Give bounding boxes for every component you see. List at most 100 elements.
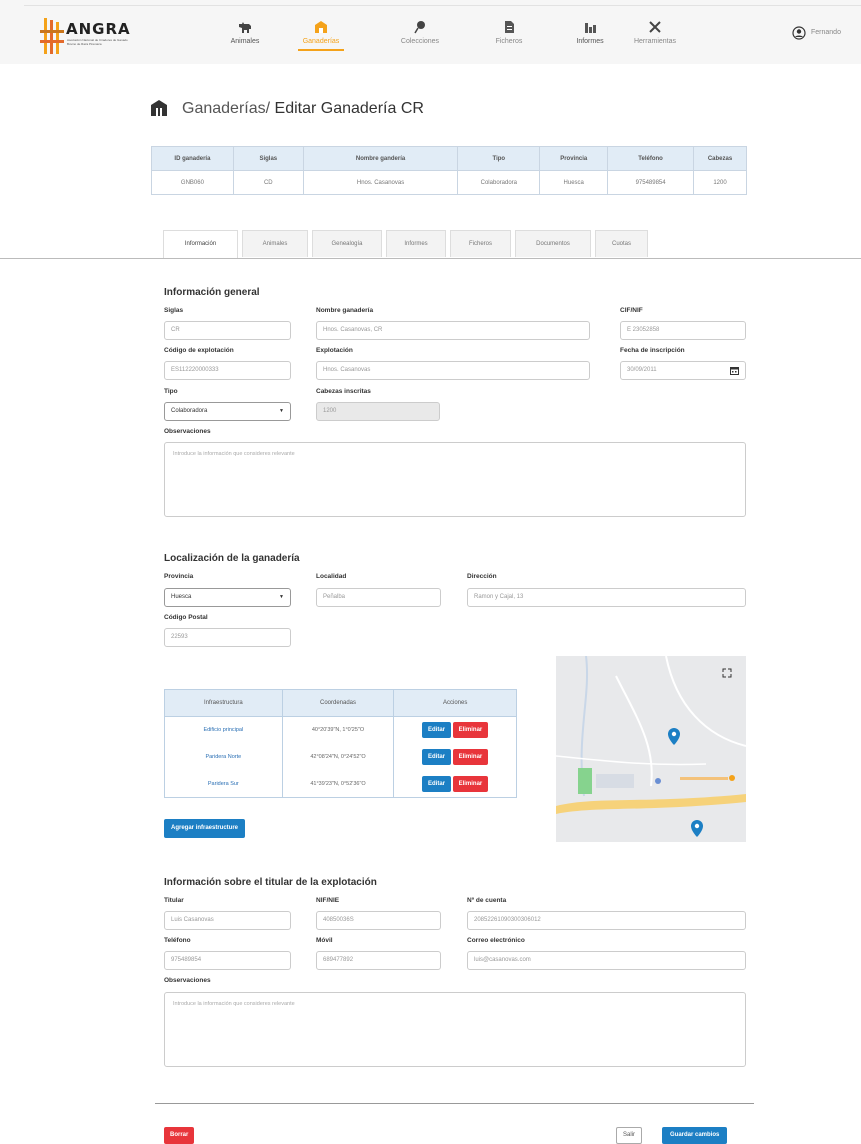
provincia-select[interactable]: Huesca ▼ (164, 588, 291, 607)
nav-animales-label: Animales (230, 38, 260, 45)
codigo-field[interactable]: ES112220000333 (164, 361, 291, 380)
tab-ficheros[interactable]: Ficheros (450, 230, 511, 257)
delete-button[interactable]: Eliminar (452, 722, 489, 739)
user-avatar-icon (792, 26, 806, 40)
titular-observaciones-textarea[interactable]: Introduce la información que consideres … (164, 992, 746, 1067)
nav-colecciones-label: Colecciones (400, 38, 440, 45)
topbar-divider (24, 5, 861, 6)
cp-field[interactable]: 22593 (164, 628, 291, 647)
titular-field[interactable]: Luis Casanovas (164, 911, 291, 930)
cuenta-field[interactable]: 20852261090300306012 (467, 911, 746, 930)
tipo-value: Colaboradora (171, 408, 208, 414)
siglas-field[interactable]: CR (164, 321, 291, 340)
tab-cuotas[interactable]: Cuotas (595, 230, 648, 257)
tabs-divider (0, 258, 861, 259)
nif-label: NIF/NIE (316, 897, 340, 904)
barn-icon (315, 21, 327, 33)
nav-herramientas[interactable]: Herramientas (620, 20, 690, 45)
tab-genealogia[interactable]: Genealogía (312, 230, 382, 257)
nif-field[interactable]: 40850036S (316, 911, 441, 930)
calendar-icon[interactable] (730, 366, 739, 375)
top-navigation-bar: ANGRA Asociación Nacional de Criadores d… (0, 0, 861, 64)
nav-ganaderias-label: Ganaderías (302, 38, 340, 45)
cif-label: CIF/NIF (620, 307, 643, 314)
movil-field[interactable]: 689477892 (316, 951, 441, 970)
infra-name-link[interactable]: Paridera Norte (164, 743, 283, 771)
chevron-down-icon: ▼ (279, 594, 284, 600)
save-changes-button[interactable]: Guardar cambios (662, 1127, 728, 1144)
tools-icon (649, 21, 661, 33)
summary-header: Teléfono (607, 146, 695, 171)
footer-divider (155, 1103, 754, 1104)
breadcrumb-parent[interactable]: Ganaderías/ (182, 100, 270, 117)
provincia-label: Provincia (164, 573, 194, 580)
summary-cell: CD (232, 170, 304, 195)
nav-ficheros-label: Ficheros (495, 38, 523, 45)
summary-header: ID ganadería (151, 146, 234, 171)
bar-chart-icon (585, 23, 596, 33)
pin-icon (414, 21, 425, 34)
localidad-field[interactable]: Peñalba (316, 588, 441, 607)
brand-name: ANGRA (66, 20, 131, 38)
delete-button[interactable]: Eliminar (452, 775, 489, 792)
observaciones-label: Observaciones (164, 428, 211, 435)
nav-ficheros[interactable]: Ficheros (474, 20, 544, 45)
infra-coords: 42°08'24"N, 0°24'52"O (281, 743, 395, 771)
nav-ganaderias[interactable]: Ganaderías (286, 20, 356, 51)
infra-name-link[interactable]: Paridera Sur (164, 770, 283, 798)
tab-animales[interactable]: Animales (242, 230, 308, 257)
logo-figure-icon (40, 18, 64, 54)
infra-header-row: Infraestructura Coordenadas Acciones (164, 689, 517, 717)
infra-name-link[interactable]: Edificio principal (164, 716, 283, 744)
tab-documentos[interactable]: Documentos (515, 230, 591, 257)
user-name: Fernando (811, 29, 841, 36)
breadcrumb-current: Editar Ganadería CR (274, 100, 424, 117)
delete-ganaderia-button[interactable]: Borrar (164, 1127, 195, 1144)
cif-field[interactable]: E 23052858 (620, 321, 746, 340)
nav-herramientas-label: Herramientas (633, 38, 676, 45)
edit-button[interactable]: Editar (422, 722, 452, 739)
explotacion-label: Explotación (316, 347, 353, 354)
summary-header: Tipo (457, 146, 541, 171)
edit-button[interactable]: Editar (422, 749, 452, 765)
infrastructure-table: Infraestructura Coordenadas Acciones Edi… (164, 689, 517, 798)
telefono-label: Teléfono (164, 937, 191, 944)
section-title-titular: Información sobre el titular de la explo… (164, 877, 377, 888)
tab-informes[interactable]: Informes (386, 230, 446, 257)
exit-button[interactable]: Salir (616, 1127, 643, 1144)
fecha-field[interactable]: 30/09/2011 (620, 361, 746, 380)
summary-row: GNB060 CD Hnos. Casanovas Colaboradora H… (151, 170, 747, 195)
telefono-field[interactable]: 975489854 (164, 951, 291, 970)
cabezas-field: 1200 (316, 402, 440, 421)
titular-label: Titular (164, 897, 184, 904)
add-infrastructure-button[interactable]: Agregar infraestructure (164, 819, 246, 838)
nav-colecciones[interactable]: Colecciones (385, 20, 455, 45)
nav-informes[interactable]: Informes (555, 20, 625, 45)
infra-header: Acciones (393, 689, 517, 717)
brand-logo[interactable]: ANGRA Asociación Nacional de Criadores d… (38, 16, 133, 56)
brand-tagline: Asociación Nacional de Criadores de Gana… (67, 38, 128, 46)
summary-cell: Colaboradora (457, 170, 541, 195)
explotacion-field[interactable]: Hnos. Casanovas (316, 361, 590, 380)
tipo-label: Tipo (164, 388, 178, 395)
infra-coords: 40°20'39"N, 1°0'25"O (281, 716, 395, 744)
email-field[interactable]: luis@casanovas.com (467, 951, 746, 970)
summary-cell: 1200 (693, 170, 747, 195)
barn-icon (151, 100, 167, 116)
edit-button[interactable]: Editar (422, 775, 452, 792)
delete-button[interactable]: Eliminar (452, 749, 489, 765)
direccion-label: Dirección (467, 573, 497, 580)
fullscreen-icon[interactable] (722, 668, 732, 678)
direccion-field[interactable]: Ramon y Cajal, 13 (467, 588, 746, 607)
summary-header: Cabezas (693, 146, 747, 171)
cuenta-label: Nº de cuenta (467, 897, 507, 904)
summary-cell: GNB060 (151, 170, 234, 195)
nombre-field[interactable]: Hnos. Casanovas, CR (316, 321, 590, 340)
observaciones-textarea[interactable]: Introduce la información que consideres … (164, 442, 746, 517)
tipo-select[interactable]: Colaboradora ▼ (164, 402, 291, 421)
location-map[interactable] (556, 656, 746, 842)
tab-informacion[interactable]: Información (163, 230, 238, 259)
nav-informes-label: Informes (576, 38, 604, 45)
ganaderia-summary-table: ID ganadería Siglas Nombre gandería Tipo… (151, 146, 747, 195)
nav-animales[interactable]: Animales (210, 20, 280, 45)
